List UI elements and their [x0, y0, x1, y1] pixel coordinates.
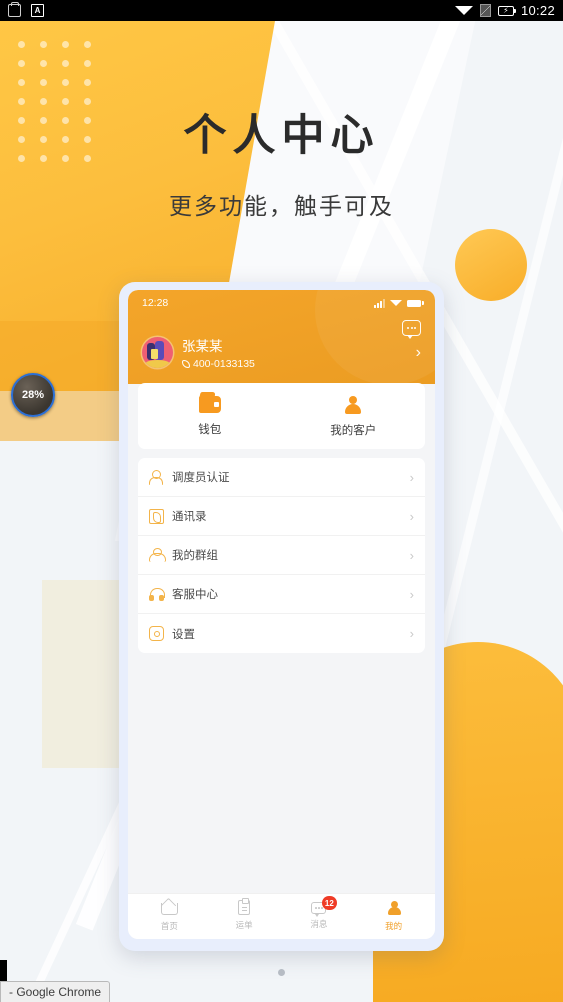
quick-action-wallet[interactable]: 钱包 — [138, 396, 282, 438]
chevron-right-icon: › — [409, 547, 414, 563]
tab-label: 首页 — [160, 921, 178, 931]
menu-item-dispatcher-cert[interactable]: 调度员认证 › — [138, 458, 425, 497]
profile-name: 张某某 — [182, 339, 223, 354]
status-right-icons: ⚡ 10:22 — [454, 3, 555, 18]
app-header: 12:28 张某某 400-0133135 › — [128, 290, 435, 385]
profile-row[interactable]: 张某某 400-0133135 › — [142, 335, 421, 370]
tab-orders[interactable]: 运单 — [207, 898, 282, 932]
telephone-icon — [182, 360, 190, 368]
page-indicator[interactable] — [0, 969, 563, 976]
tab-label: 运单 — [235, 920, 253, 930]
phone-status-icons — [374, 298, 424, 308]
tab-label: 消息 — [310, 919, 328, 929]
menu-item-label: 我的群组 — [172, 550, 218, 562]
taskbar-tooltip[interactable]: - Google Chrome — [0, 981, 111, 1002]
menu-card: 调度员认证 › 通讯录 › 我的群组 › 客服中心 › 设置 › — [138, 458, 425, 653]
menu-item-label: 调度员认证 — [172, 472, 230, 484]
phone-status-bar: 12:28 — [142, 297, 424, 309]
wifi-icon — [454, 6, 473, 15]
profile-icon — [386, 900, 402, 916]
tab-home[interactable]: 首页 — [132, 900, 207, 932]
hero-headline: 个人中心 更多功能，触手可及 — [0, 101, 563, 221]
status-left-icons: A — [8, 2, 44, 17]
background-cream-rect — [42, 580, 128, 768]
order-icon — [238, 898, 251, 915]
chevron-right-icon: › — [409, 586, 414, 602]
gear-icon — [149, 626, 164, 641]
profile-text: 张某某 400-0133135 — [182, 335, 255, 370]
tab-profile[interactable]: 我的 — [356, 900, 431, 932]
person-icon — [342, 396, 364, 414]
group-icon — [149, 547, 166, 563]
menu-item-service-center[interactable]: 客服中心 › — [138, 575, 425, 614]
chevron-right-icon: › — [409, 508, 414, 524]
android-status-bar: A ⚡ 10:22 — [0, 0, 563, 21]
menu-item-settings[interactable]: 设置 › — [138, 614, 425, 653]
screen-empty-area — [128, 653, 435, 893]
orange-circle-decoration — [455, 229, 527, 301]
quick-action-label: 我的客户 — [330, 425, 377, 437]
quick-action-label: 钱包 — [198, 424, 222, 436]
wifi-icon — [390, 300, 402, 306]
profile-phone: 400-0133135 — [182, 358, 255, 370]
tab-messages[interactable]: 12 消息 — [282, 896, 357, 932]
menu-item-contacts[interactable]: 通讯录 › — [138, 497, 425, 536]
progress-badge: 28% — [11, 373, 55, 417]
headset-icon — [149, 587, 165, 602]
dispatcher-badge-icon — [149, 469, 164, 485]
wallet-icon — [198, 396, 221, 413]
menu-item-label: 通讯录 — [172, 511, 207, 523]
page-title: 个人中心 — [183, 112, 380, 160]
unread-badge: 12 — [321, 896, 337, 910]
phone-clock: 12:28 — [142, 297, 169, 309]
battery-icon — [407, 299, 424, 307]
battery-charging-icon: ⚡ — [497, 5, 517, 16]
app-icon: A — [31, 4, 44, 17]
chevron-right-icon[interactable]: › — [416, 344, 421, 362]
chat-bubble-icon[interactable] — [402, 320, 421, 339]
tab-label: 我的 — [385, 921, 403, 931]
home-icon — [161, 900, 179, 916]
quick-actions-card: 钱包 我的客户 — [138, 383, 425, 449]
screenshot-icon — [8, 2, 21, 17]
quick-action-customers[interactable]: 我的客户 — [282, 396, 426, 438]
profile-phone-number: 400-0133135 — [193, 358, 255, 370]
menu-item-label: 设置 — [172, 628, 195, 641]
phone-mockup: 12:28 张某某 400-0133135 › 钱包 我的客户 调度员认证 › … — [119, 282, 444, 951]
avatar — [142, 337, 173, 368]
app-canvas: 28% 个人中心 更多功能，触手可及 12:28 张某某 400-0133135… — [0, 21, 563, 1002]
chevron-right-icon: › — [409, 469, 414, 485]
menu-item-label: 客服中心 — [172, 589, 218, 601]
signal-icon — [479, 4, 491, 17]
status-clock: 10:22 — [520, 3, 555, 18]
phonebook-icon — [149, 508, 164, 524]
chevron-right-icon: › — [409, 626, 414, 641]
phone-screen: 12:28 张某某 400-0133135 › 钱包 我的客户 调度员认证 › … — [128, 290, 435, 939]
bottom-tab-bar: 首页 运单 12 消息 我的 — [128, 893, 435, 939]
mobile-signal-icon — [374, 298, 385, 308]
page-subtitle: 更多功能，触手可及 — [169, 193, 394, 219]
menu-item-my-groups[interactable]: 我的群组 › — [138, 536, 425, 575]
